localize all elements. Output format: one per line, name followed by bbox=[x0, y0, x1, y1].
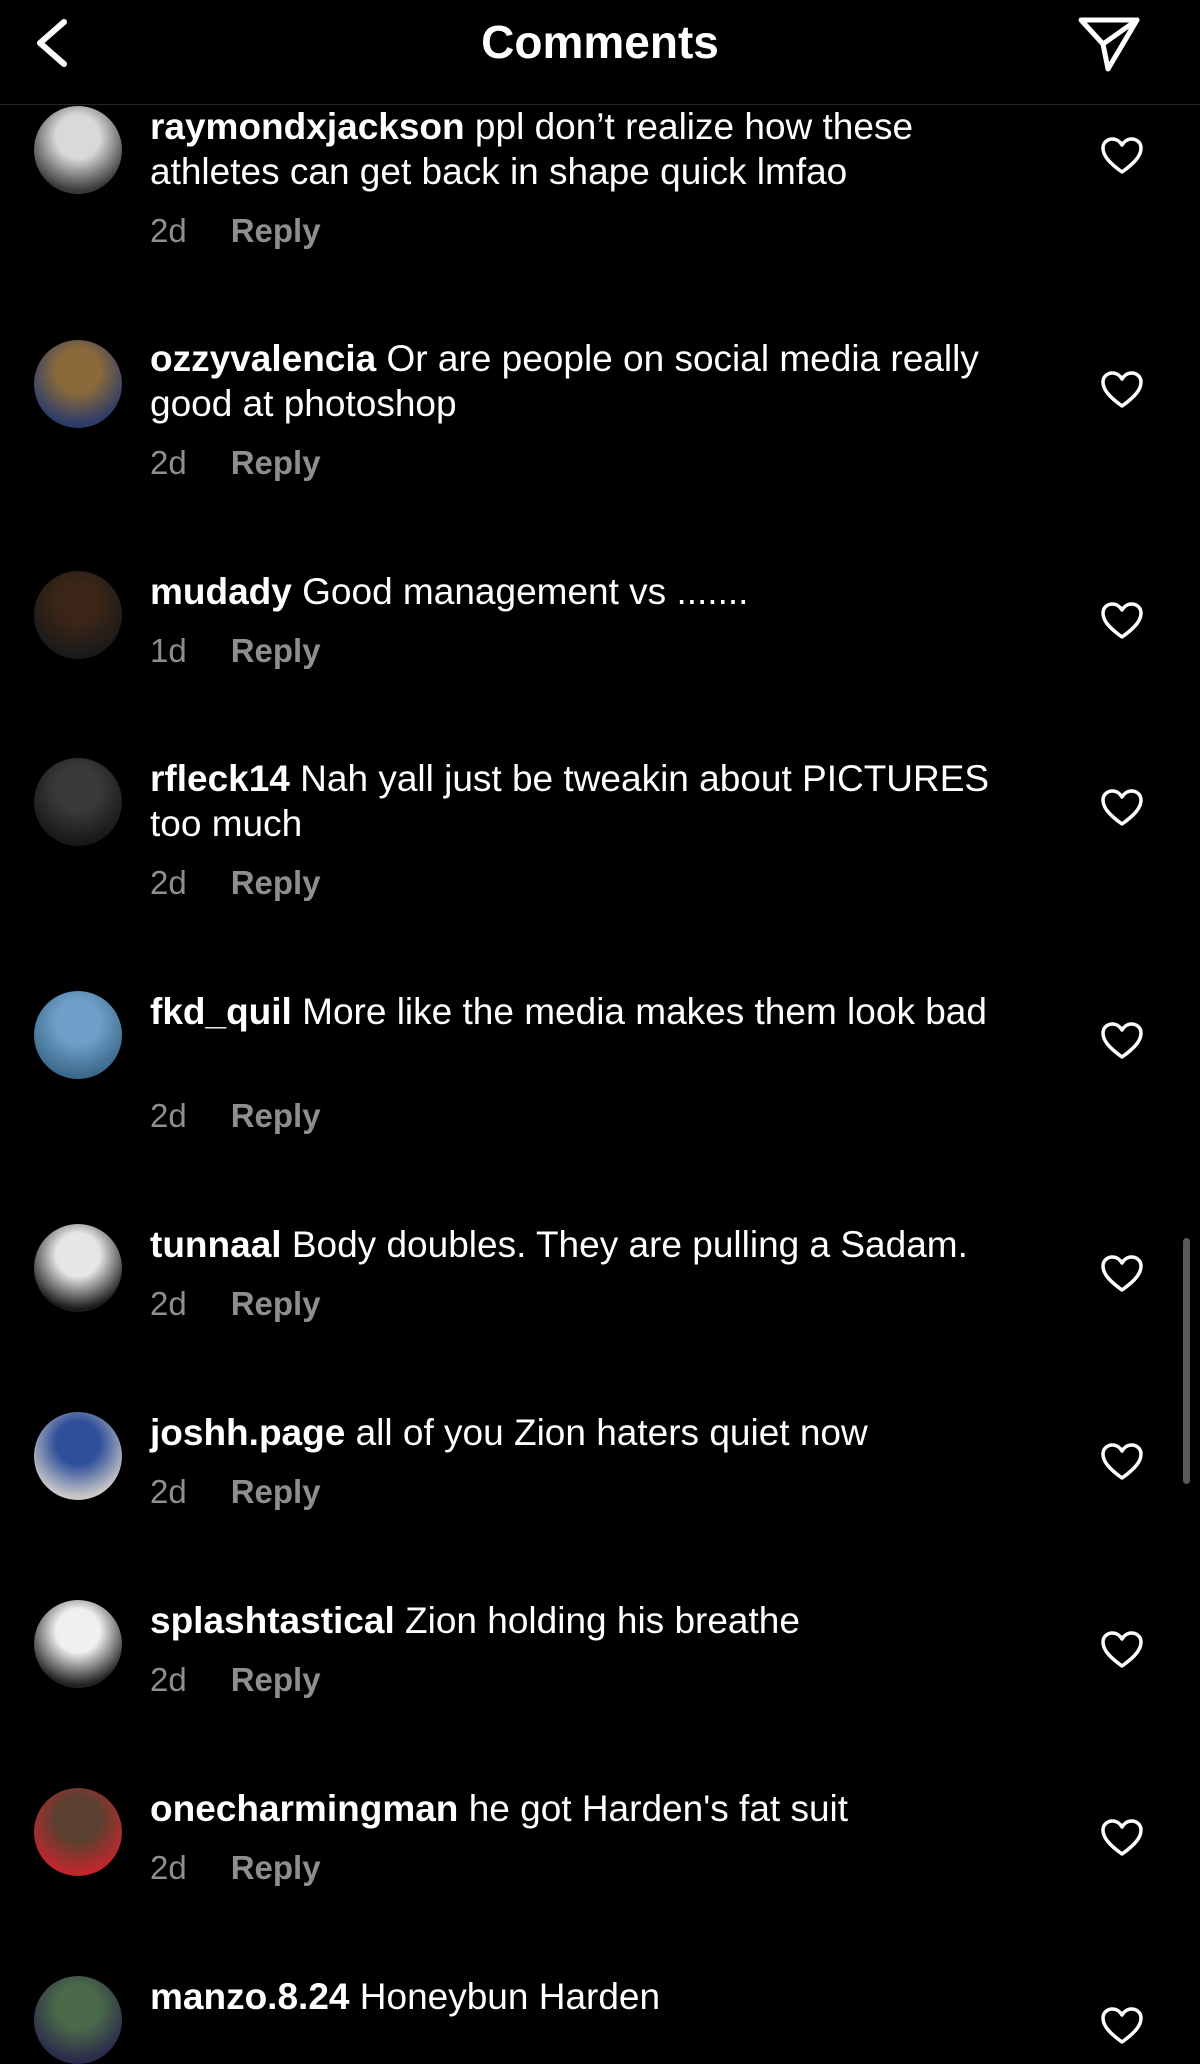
avatar[interactable] bbox=[34, 571, 122, 659]
page-title: Comments bbox=[481, 16, 719, 68]
comment-timestamp: 2d bbox=[150, 212, 187, 249]
heart-outline-icon bbox=[1101, 137, 1143, 174]
comment-username[interactable]: onecharmingman bbox=[150, 1788, 458, 1829]
reply-button[interactable]: Reply bbox=[231, 632, 321, 669]
comment-body: rfleck14 Nah yall just be tweakin about … bbox=[150, 756, 1050, 846]
reply-button[interactable]: Reply bbox=[231, 1473, 321, 1510]
avatar[interactable] bbox=[34, 991, 122, 1079]
avatar[interactable] bbox=[34, 1788, 122, 1876]
heart-outline-icon bbox=[1101, 1022, 1143, 1059]
avatar[interactable] bbox=[34, 758, 122, 846]
comment-meta: 2d Reply bbox=[150, 443, 321, 483]
comment-body: manzo.8.24 Honeybun Harden bbox=[150, 1974, 1050, 2019]
comment-text: Honeybun Harden bbox=[359, 1976, 661, 2017]
comment-timestamp: 2d bbox=[150, 1097, 187, 1134]
comment-text: he got Harden's fat suit bbox=[468, 1788, 849, 1829]
comment-timestamp: 2d bbox=[150, 1473, 187, 1510]
comment-username[interactable]: raymondxjackson bbox=[150, 106, 465, 147]
comment-body: ozzyvalencia Or are people on social med… bbox=[150, 336, 1050, 426]
comment-text: Body doubles. They are pulling a Sadam. bbox=[291, 1224, 968, 1265]
scrollbar[interactable] bbox=[1183, 1238, 1190, 1484]
comment-meta: 2d Reply bbox=[150, 1660, 321, 1700]
like-button[interactable] bbox=[1100, 136, 1144, 176]
comment-username[interactable]: ozzyvalencia bbox=[150, 338, 376, 379]
comment-username[interactable]: manzo.8.24 bbox=[150, 1976, 349, 2017]
heart-outline-icon bbox=[1101, 602, 1143, 639]
avatar[interactable] bbox=[34, 340, 122, 428]
comment-timestamp: 1d bbox=[150, 632, 187, 669]
comment-meta: 2d Reply bbox=[150, 1848, 321, 1888]
comment-username[interactable]: mudady bbox=[150, 571, 292, 612]
comment-text: all of you Zion haters quiet now bbox=[355, 1412, 868, 1453]
like-button[interactable] bbox=[1100, 788, 1144, 828]
reply-button[interactable]: Reply bbox=[231, 444, 321, 481]
comment-meta: 2d Reply bbox=[150, 1472, 321, 1512]
comment-text: Good management vs ....... bbox=[302, 571, 749, 612]
heart-outline-icon bbox=[1101, 371, 1143, 408]
comment-body: splashtastical Zion holding his breathe bbox=[150, 1598, 1050, 1643]
reply-button[interactable]: Reply bbox=[231, 1849, 321, 1886]
comment-timestamp: 2d bbox=[150, 444, 187, 481]
reply-button[interactable]: Reply bbox=[231, 1661, 321, 1698]
comment-timestamp: 2d bbox=[150, 864, 187, 901]
comment-meta: 2d Reply bbox=[150, 211, 321, 251]
comment-timestamp: 2d bbox=[150, 1661, 187, 1698]
heart-outline-icon bbox=[1101, 2007, 1143, 2044]
reply-button[interactable]: Reply bbox=[231, 212, 321, 249]
like-button[interactable] bbox=[1100, 1442, 1144, 1482]
comment-body: tunnaal Body doubles. They are pulling a… bbox=[150, 1222, 1050, 1267]
like-button[interactable] bbox=[1100, 2006, 1144, 2046]
comment-body: onecharmingman he got Harden's fat suit bbox=[150, 1786, 1050, 1831]
comment-text: Zion holding his breathe bbox=[405, 1600, 800, 1641]
share-button[interactable] bbox=[1076, 14, 1142, 74]
like-button[interactable] bbox=[1100, 1021, 1144, 1061]
comment-text: More like the media makes them look bad bbox=[302, 991, 987, 1032]
comment-username[interactable]: joshh.page bbox=[150, 1412, 345, 1453]
like-button[interactable] bbox=[1100, 1818, 1144, 1858]
comment-username[interactable]: tunnaal bbox=[150, 1224, 282, 1265]
avatar[interactable] bbox=[34, 1224, 122, 1312]
like-button[interactable] bbox=[1100, 370, 1144, 410]
like-button[interactable] bbox=[1100, 601, 1144, 641]
top-bar: Comments bbox=[0, 0, 1200, 105]
comment-body: joshh.page all of you Zion haters quiet … bbox=[150, 1410, 1050, 1455]
comment-body: fkd_quil More like the media makes them … bbox=[150, 989, 1050, 1034]
like-button[interactable] bbox=[1100, 1630, 1144, 1670]
comment-meta: 2d Reply bbox=[150, 1284, 321, 1324]
avatar[interactable] bbox=[34, 1412, 122, 1500]
comment-username[interactable]: fkd_quil bbox=[150, 991, 292, 1032]
heart-outline-icon bbox=[1101, 789, 1143, 826]
avatar[interactable] bbox=[34, 1600, 122, 1688]
heart-outline-icon bbox=[1101, 1631, 1143, 1668]
avatar[interactable] bbox=[34, 106, 122, 194]
reply-button[interactable]: Reply bbox=[231, 864, 321, 901]
comment-meta: 1d Reply bbox=[150, 631, 321, 671]
comment-timestamp: 2d bbox=[150, 1849, 187, 1886]
comment-meta: 2d Reply bbox=[150, 1096, 321, 1136]
reply-button[interactable]: Reply bbox=[231, 1285, 321, 1322]
comment-meta: 2d Reply bbox=[150, 863, 321, 903]
comment-timestamp: 2d bbox=[150, 1285, 187, 1322]
comment-username[interactable]: splashtastical bbox=[150, 1600, 395, 1641]
heart-outline-icon bbox=[1101, 1443, 1143, 1480]
comment-username[interactable]: rfleck14 bbox=[150, 758, 290, 799]
comment-body: raymondxjackson ppl don’t realize how th… bbox=[150, 104, 1050, 194]
heart-outline-icon bbox=[1101, 1255, 1143, 1292]
avatar[interactable] bbox=[34, 1976, 122, 2064]
paper-plane-icon bbox=[1078, 17, 1140, 72]
like-button[interactable] bbox=[1100, 1254, 1144, 1294]
reply-button[interactable]: Reply bbox=[231, 1097, 321, 1134]
heart-outline-icon bbox=[1101, 1819, 1143, 1856]
comment-body: mudady Good management vs ....... bbox=[150, 569, 1050, 614]
